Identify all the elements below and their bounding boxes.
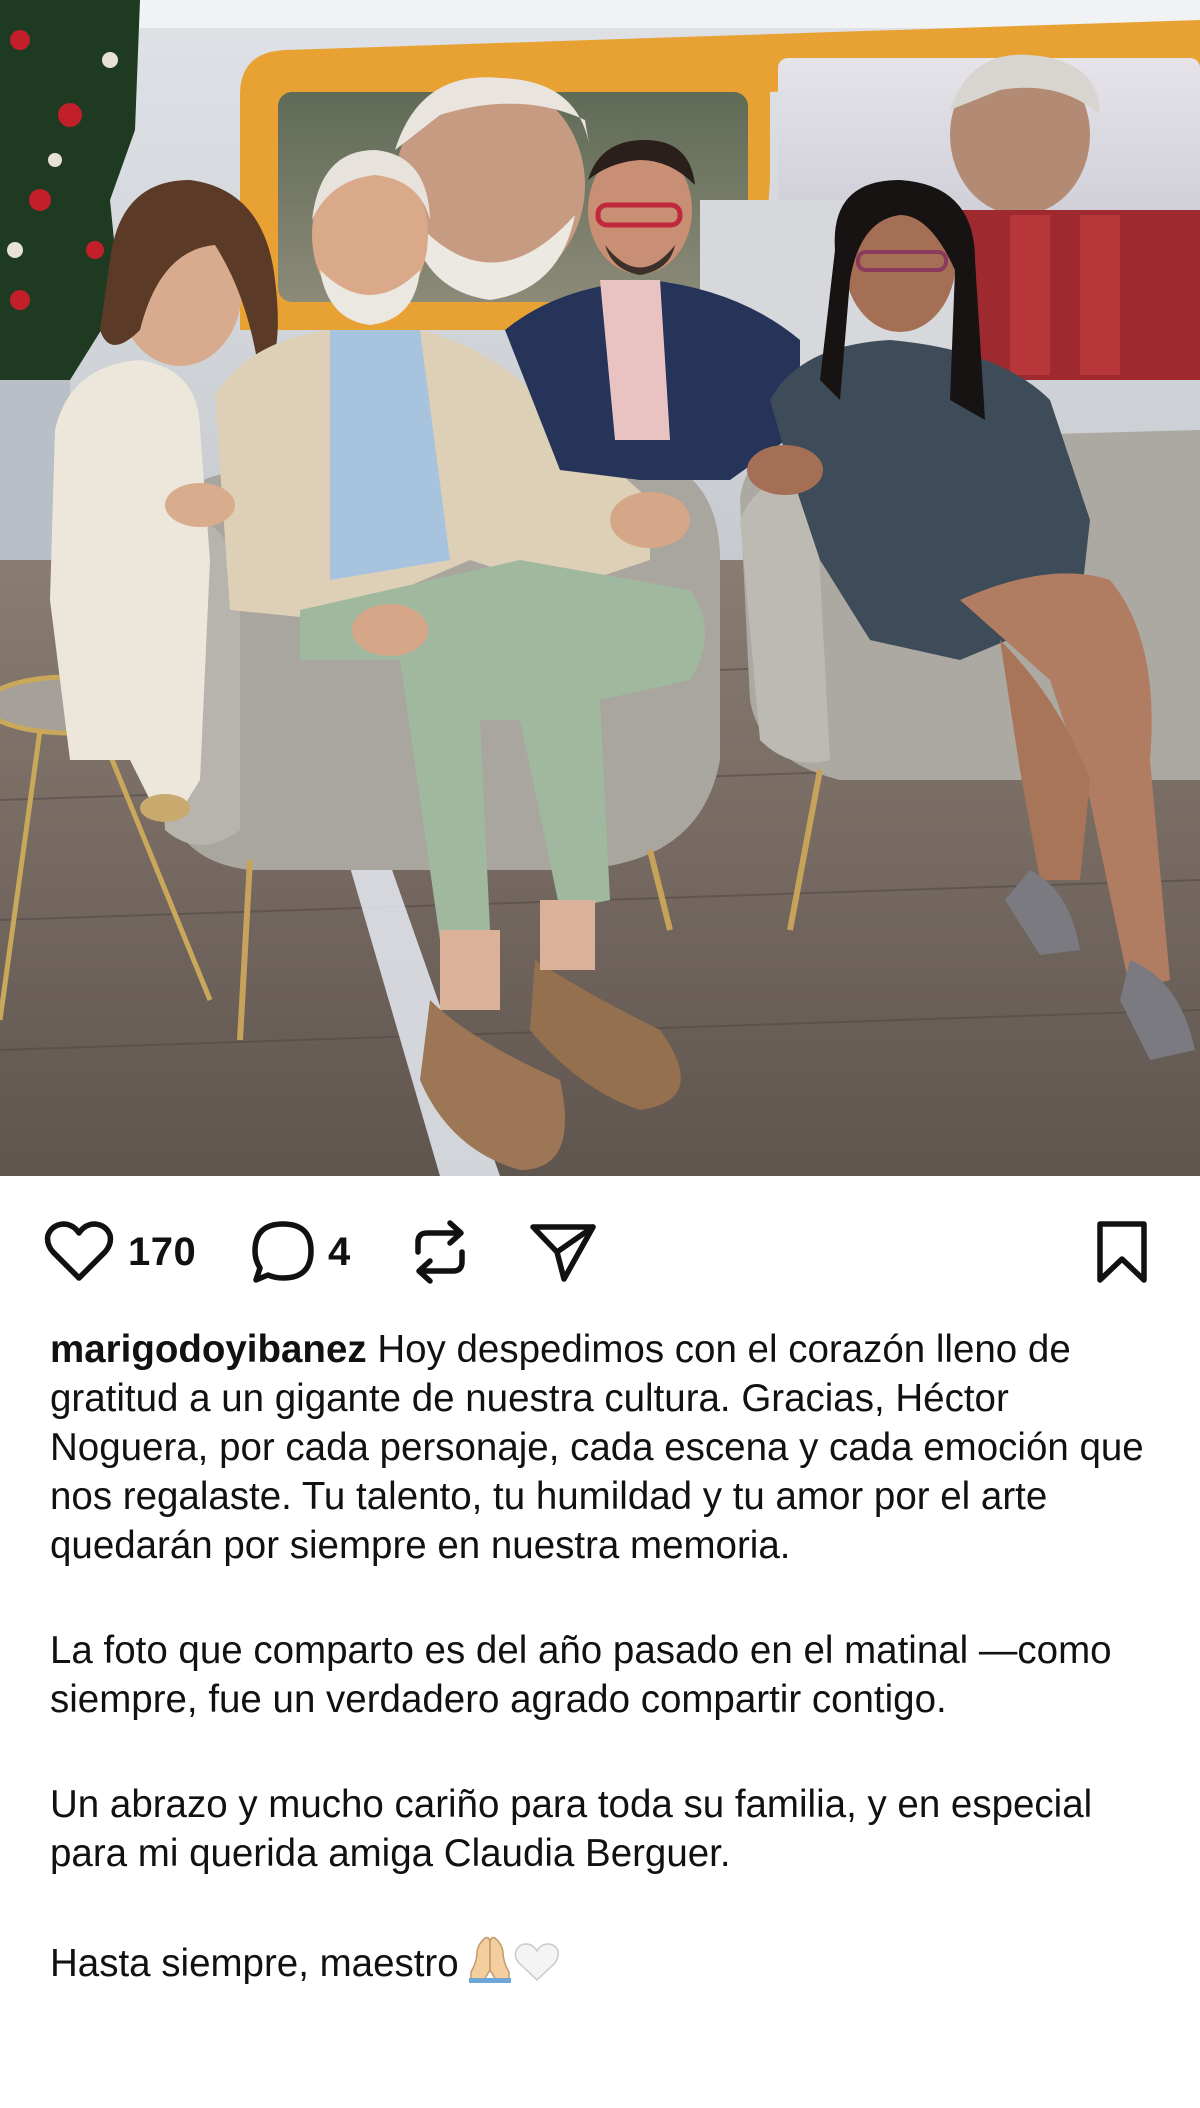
heart-outline-icon xyxy=(44,1221,114,1281)
like-button[interactable]: 170 xyxy=(44,1216,196,1288)
likes-count[interactable]: 170 xyxy=(128,1230,196,1275)
post-caption: marigodoyibanez Hoy despedimos con el co… xyxy=(50,1325,1170,2052)
comment-button[interactable]: 4 xyxy=(250,1216,351,1288)
caption-paragraph-2: La foto que comparto es del año pasado e… xyxy=(50,1629,1112,1721)
caption-text-4: Hasta siempre, maestro xyxy=(50,1942,459,1985)
post-image xyxy=(0,0,1200,1176)
bookmark-outline-icon xyxy=(1097,1221,1147,1283)
emoji-group xyxy=(463,1934,559,1996)
paper-plane-icon xyxy=(530,1224,596,1282)
caption-paragraph-3: Un abrazo y mucho cariño para toda su fa… xyxy=(50,1783,1093,1875)
praying-hands-and-white-heart-icon xyxy=(468,1936,559,1983)
caption-paragraph-1: marigodoyibanez Hoy despedimos con el co… xyxy=(50,1325,1170,1570)
speech-bubble-icon xyxy=(252,1221,314,1283)
repost-button[interactable] xyxy=(408,1216,472,1288)
post-photo[interactable] xyxy=(0,0,1200,1176)
repost-arrows-icon xyxy=(415,1220,465,1284)
caption-paragraph-4: Hasta siempre, maestro xyxy=(50,1934,1170,1996)
share-button[interactable] xyxy=(528,1216,598,1288)
post-action-bar: 170 4 xyxy=(0,1176,1200,1326)
save-button[interactable] xyxy=(1092,1216,1152,1288)
caption-username[interactable]: marigodoyibanez xyxy=(50,1328,367,1371)
comments-count[interactable]: 4 xyxy=(328,1230,351,1275)
